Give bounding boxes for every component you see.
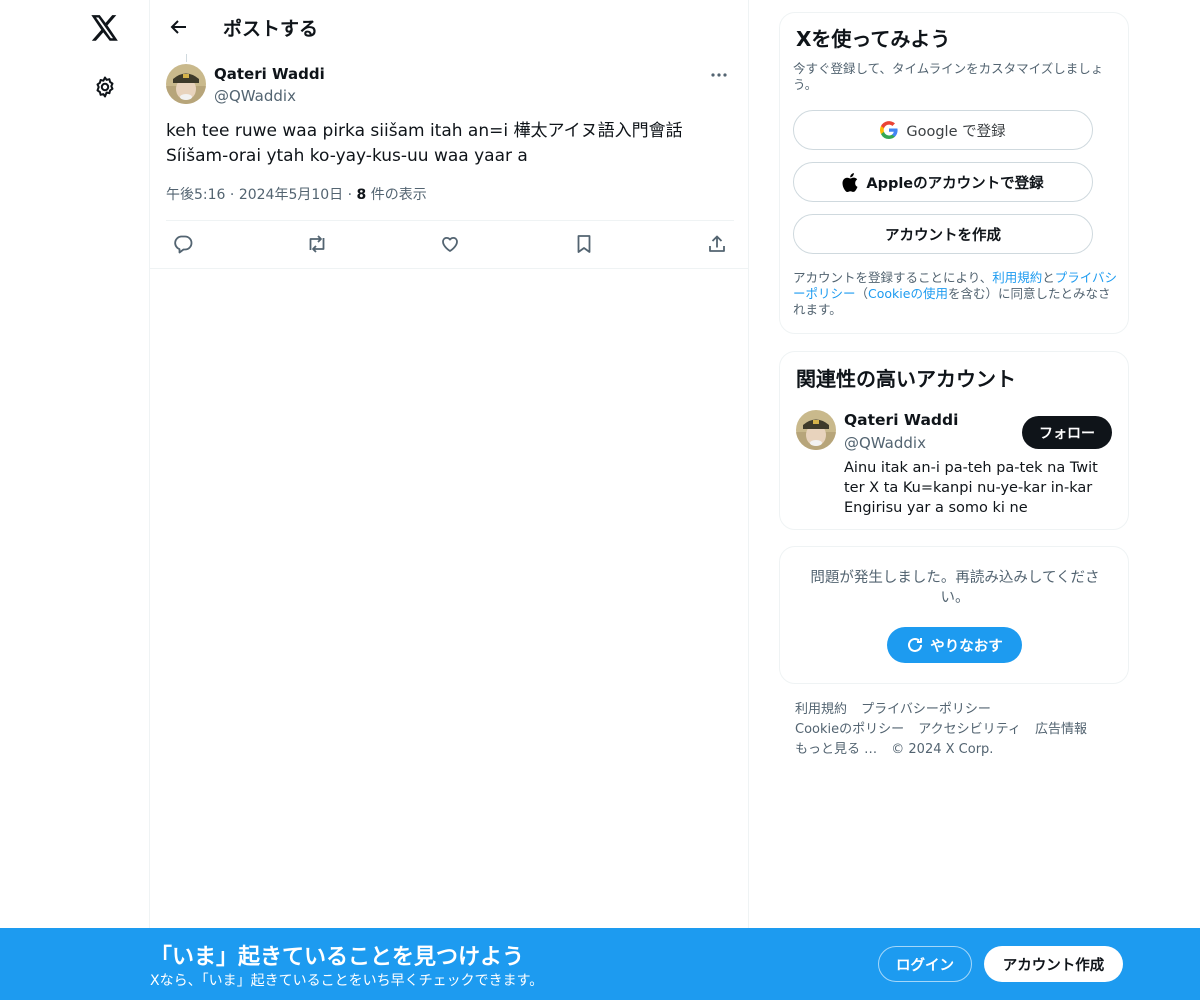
post-actions: [166, 228, 734, 260]
author-name[interactable]: Qateri Waddi: [214, 65, 325, 83]
legal-paren: （: [855, 286, 869, 301]
header-bar: ポストする: [150, 0, 750, 53]
follow-button[interactable]: フォロー: [1022, 416, 1112, 449]
google-signup-label: Google で登録: [906, 123, 1006, 140]
back-arrow-icon[interactable]: [162, 10, 196, 44]
legal-and: と: [1042, 270, 1055, 285]
related-accounts-title: 関連性の高いアカウント: [796, 367, 1016, 391]
like-icon[interactable]: [433, 228, 467, 260]
refresh-icon: [906, 636, 924, 654]
post-author: Qateri Waddi @QWaddix: [166, 64, 736, 108]
post-date[interactable]: 2024年5月10日: [239, 187, 343, 203]
login-banner: 「いま」起きていることを見つけよう Xなら、「いま」起きていることをいち早くチェ…: [0, 928, 1200, 1000]
footer-links: 利用規約 プライバシーポリシー Cookieのポリシー アクセシビリティ 広告情…: [795, 700, 1115, 760]
apple-icon: [842, 172, 858, 192]
google-icon: [880, 121, 898, 139]
footer-privacy-link[interactable]: プライバシーポリシー: [861, 702, 991, 717]
error-card: 問題が発生しました。再読み込みしてください。 やりなおす: [779, 546, 1129, 684]
signup-card: Xを使ってみよう 今すぐ登録して、タイムラインをカスタマイズしましょう。 Goo…: [779, 12, 1129, 334]
divider: [166, 220, 734, 221]
footer-terms-link[interactable]: 利用規約: [795, 702, 847, 717]
post-meta: 午後5:16 · 2024年5月10日 · 8 件の表示: [166, 184, 427, 204]
views-label: 件の表示: [370, 187, 427, 203]
retry-label: やりなおす: [930, 638, 1003, 655]
gear-icon[interactable]: [87, 69, 123, 105]
google-signup-button[interactable]: Google で登録: [793, 110, 1093, 150]
meta-separator: ·: [347, 187, 357, 203]
more-icon[interactable]: [702, 64, 736, 86]
legal-text: アカウントを登録することにより、利用規約とプライバシーポリシー（Cookieの使…: [793, 270, 1121, 318]
login-button[interactable]: ログイン: [878, 946, 972, 982]
signup-button[interactable]: アカウント作成: [984, 946, 1123, 982]
post-time[interactable]: 午後5:16: [166, 187, 225, 203]
share-icon[interactable]: [700, 228, 734, 260]
divider: [150, 268, 748, 269]
x-logo-icon[interactable]: [87, 10, 123, 46]
apple-signup-button[interactable]: Appleのアカウントで登録: [793, 162, 1093, 202]
page-title: ポストする: [223, 18, 319, 40]
related-account-name[interactable]: Qateri Waddi: [844, 411, 958, 429]
views-count: 8: [356, 187, 367, 203]
banner-subtitle: Xなら、「いま」起きていることをいち早くチェックできます。: [150, 973, 544, 989]
author-handle[interactable]: @QWaddix: [214, 87, 296, 105]
error-message: 問題が発生しました。再読み込みしてください。: [810, 570, 1100, 606]
banner-title: 「いま」起きていることを見つけよう: [150, 945, 525, 970]
meta-separator: ·: [229, 187, 239, 203]
signup-card-description: 今すぐ登録して、タイムラインをカスタマイズしましょう。: [793, 61, 1104, 92]
legal-prefix: アカウントを登録することにより、: [793, 270, 993, 285]
footer-accessibility-link[interactable]: アクセシビリティ: [918, 722, 1021, 737]
repost-icon[interactable]: [300, 228, 334, 260]
left-nav: [0, 0, 150, 1000]
avatar[interactable]: [796, 410, 836, 450]
post-text: keh tee ruwe waa pirka siišam itah an=i …: [166, 121, 683, 166]
create-account-button[interactable]: アカウントを作成: [793, 214, 1093, 254]
footer-more-link[interactable]: もっと見る …: [795, 742, 877, 757]
copyright: © 2024 X Corp.: [891, 742, 994, 757]
avatar[interactable]: [166, 64, 206, 104]
main-column: ポストする Qateri Waddi @QWaddix keh tee ruwe…: [149, 0, 749, 1000]
bookmark-icon[interactable]: [567, 228, 601, 260]
thread-line: [186, 54, 187, 62]
apple-signup-label: Appleのアカウントで登録: [866, 175, 1044, 192]
footer-ads-link[interactable]: 広告情報: [1035, 722, 1087, 737]
related-account-handle[interactable]: @QWaddix: [844, 434, 926, 452]
reply-icon[interactable]: [166, 228, 200, 260]
related-accounts-card: 関連性の高いアカウント Qateri Waddi @QWaddix フォロー A…: [779, 351, 1129, 530]
signup-card-title: Xを使ってみよう: [796, 27, 951, 51]
terms-link[interactable]: 利用規約: [992, 270, 1042, 285]
related-account-bio: Ainu itak an-i pa-teh pa-tek na Twit ter…: [844, 460, 1098, 516]
footer-cookie-link[interactable]: Cookieのポリシー: [795, 722, 904, 737]
retry-button[interactable]: やりなおす: [887, 627, 1022, 663]
cookie-link[interactable]: Cookieの使用: [868, 286, 948, 301]
